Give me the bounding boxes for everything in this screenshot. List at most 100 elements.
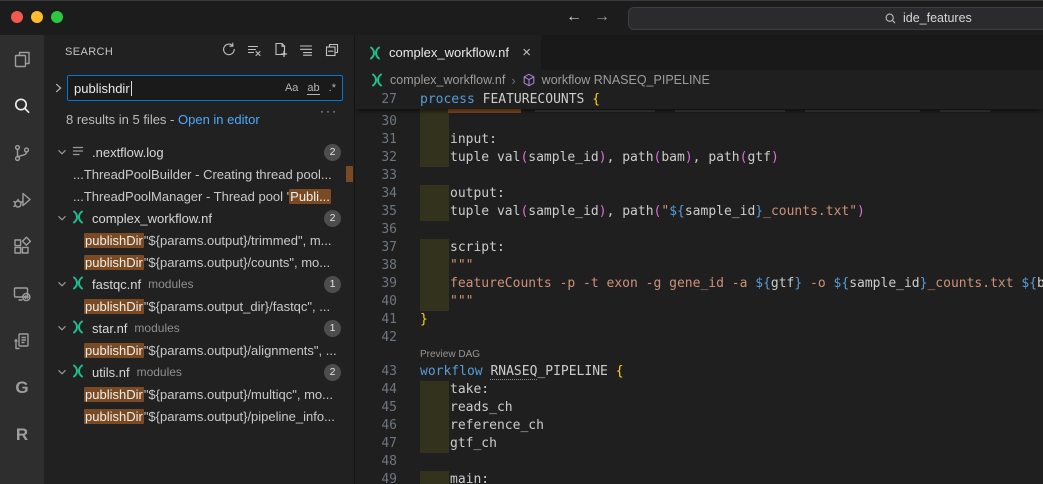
match-highlight: Publi... bbox=[289, 189, 331, 204]
new-search-editor-icon[interactable] bbox=[272, 42, 288, 58]
code-line: 43workflow RNASEQ_PIPELINE { bbox=[355, 363, 1043, 381]
result-file-row[interactable]: star.nfmodules1 bbox=[44, 317, 354, 339]
match-count-badge: 1 bbox=[324, 320, 341, 337]
source-control-icon[interactable] bbox=[0, 129, 44, 176]
breadcrumb-file[interactable]: complex_workflow.nf bbox=[390, 73, 505, 87]
result-match-row[interactable]: publishDir "${params.output}/trimmed", m… bbox=[44, 229, 354, 251]
line-number: 41 bbox=[355, 311, 397, 329]
result-file-row[interactable]: complex_workflow.nf2 bbox=[44, 207, 354, 229]
code-line-text: main: bbox=[450, 471, 489, 484]
truncated-match-highlight bbox=[346, 166, 353, 182]
clear-results-icon[interactable] bbox=[246, 42, 262, 58]
forward-arrow-icon[interactable]: → bbox=[594, 8, 610, 26]
search-input[interactable]: publishdir Aa ab .* bbox=[67, 75, 343, 101]
line-number: 45 bbox=[355, 399, 397, 417]
chevron-down-icon[interactable] bbox=[55, 145, 71, 159]
codelens-preview-dag[interactable]: Preview DAG bbox=[420, 349, 480, 360]
run-debug-icon[interactable] bbox=[0, 176, 44, 223]
command-center-search[interactable]: ide_features bbox=[628, 7, 1043, 30]
line-number: 49 bbox=[355, 471, 397, 484]
code-line: 48 bbox=[355, 453, 1043, 471]
maximize-window-button[interactable] bbox=[51, 11, 63, 23]
match-case-toggle[interactable]: Aa bbox=[285, 82, 298, 95]
chevron-down-icon[interactable] bbox=[55, 211, 71, 225]
line-number: 37 bbox=[355, 239, 397, 257]
line-number: 32 bbox=[355, 149, 397, 167]
line-number: 42 bbox=[355, 329, 397, 347]
toggle-replace-chevron-icon[interactable] bbox=[51, 81, 65, 95]
result-match-row[interactable]: ...ThreadPoolManager - Thread pool 'Publ… bbox=[44, 185, 354, 207]
nextflow-file-icon bbox=[370, 73, 384, 87]
code-line: 41} bbox=[355, 311, 1043, 329]
tab-complex-workflow[interactable]: complex_workflow.nf × bbox=[355, 35, 541, 70]
chevron-down-icon[interactable] bbox=[55, 277, 71, 291]
editor-group[interactable]: complex_workflow.nf × complex_workflow.n… bbox=[355, 35, 1043, 484]
doc-sync-icon[interactable] bbox=[0, 317, 44, 364]
line-number: 47 bbox=[355, 435, 397, 453]
command-query-text: ide_features bbox=[903, 11, 972, 25]
result-match-row[interactable]: publishDir "${params.output}/alignments"… bbox=[44, 339, 354, 361]
file-name: .nextflow.log bbox=[92, 145, 164, 160]
regex-toggle[interactable]: .* bbox=[329, 82, 336, 95]
sticky-scroll-line[interactable]: 27process FEATURECOUNTS { bbox=[355, 90, 1043, 109]
line-number: 40 bbox=[355, 293, 397, 311]
result-match-row[interactable]: ...ThreadPoolBuilder - Creating thread p… bbox=[44, 163, 354, 185]
chevron-down-icon[interactable] bbox=[55, 321, 71, 335]
code-line: 34output: bbox=[355, 185, 1043, 203]
indent-highlight bbox=[420, 239, 449, 257]
symbol-cube-icon bbox=[522, 73, 536, 87]
line-number: 30 bbox=[355, 113, 397, 131]
result-match-row[interactable]: publishDir "${params.output_dir}/fastqc"… bbox=[44, 295, 354, 317]
back-arrow-icon[interactable]: ← bbox=[566, 8, 582, 26]
result-match-row[interactable]: publishDir "${params.output}/pipeline_in… bbox=[44, 405, 354, 427]
close-tab-icon[interactable]: × bbox=[522, 44, 531, 61]
activity-bar: GR bbox=[0, 35, 44, 484]
code-line-text: tuple val(sample_id), path(bam), path(gt… bbox=[450, 149, 779, 167]
log-file-icon bbox=[71, 144, 87, 160]
partial-bottom-icon[interactable] bbox=[0, 458, 44, 484]
code-line: 47gtf_ch bbox=[355, 435, 1043, 453]
breadcrumb-symbol[interactable]: workflow RNASEQ_PIPELINE bbox=[542, 73, 710, 87]
code-line-text: take: bbox=[450, 381, 489, 399]
view-as-list-icon[interactable] bbox=[298, 42, 314, 58]
explorer-icon[interactable] bbox=[0, 35, 44, 82]
open-in-editor-link[interactable]: Open in editor bbox=[178, 112, 260, 127]
collapse-all-icon[interactable] bbox=[324, 42, 340, 58]
result-file-row[interactable]: fastqc.nfmodules1 bbox=[44, 273, 354, 295]
line-number: 44 bbox=[355, 381, 397, 399]
tab-bar: complex_workflow.nf × bbox=[355, 35, 1043, 70]
indent-highlight bbox=[420, 275, 449, 293]
minimize-window-button[interactable] bbox=[31, 11, 43, 23]
file-name: fastqc.nf bbox=[92, 277, 141, 292]
code-line: 49 main: bbox=[355, 471, 1043, 484]
match-highlight: publishDir bbox=[84, 387, 144, 402]
results-summary: 8 results in 5 files - Open in editor bbox=[66, 112, 260, 127]
whole-word-toggle[interactable]: ab bbox=[307, 82, 319, 95]
code-line-text: output: bbox=[450, 185, 505, 203]
result-match-row[interactable]: publishDir "${params.output}/counts", mo… bbox=[44, 251, 354, 273]
indent-highlight bbox=[420, 381, 449, 399]
gitlens-icon[interactable]: G bbox=[0, 364, 44, 411]
match-highlight: publishDir bbox=[84, 255, 144, 270]
code-line-text: input: bbox=[450, 131, 497, 149]
chevron-down-icon[interactable] bbox=[55, 365, 71, 379]
code-line: 44 take: bbox=[355, 381, 1043, 399]
code-line: 30 bbox=[355, 113, 1043, 131]
code-line: 39featureCounts -p -t exon -g gene_id -a… bbox=[355, 275, 1043, 293]
code-line: 38""" bbox=[355, 257, 1043, 275]
toggle-search-details[interactable]: ··· bbox=[320, 104, 338, 118]
search-icon[interactable] bbox=[0, 82, 44, 129]
file-name: star.nf bbox=[92, 321, 127, 336]
remote-explorer-icon[interactable] bbox=[0, 270, 44, 317]
result-match-row[interactable]: publishDir "${params.output}/multiqc", m… bbox=[44, 383, 354, 405]
refresh-icon[interactable] bbox=[220, 42, 236, 58]
code-area[interactable]: 3031 input: 32 tuple val(sample_id), path(b… bbox=[355, 113, 1043, 484]
result-file-row[interactable]: .nextflow.log2 bbox=[44, 141, 354, 163]
r-language-icon[interactable]: R bbox=[0, 411, 44, 458]
extensions-icon[interactable] bbox=[0, 223, 44, 270]
result-file-row[interactable]: utils.nfmodules2 bbox=[44, 361, 354, 383]
line-number: 39 bbox=[355, 275, 397, 293]
close-window-button[interactable] bbox=[11, 11, 23, 23]
line-number: 31 bbox=[355, 131, 397, 149]
code-line: 36 bbox=[355, 221, 1043, 239]
